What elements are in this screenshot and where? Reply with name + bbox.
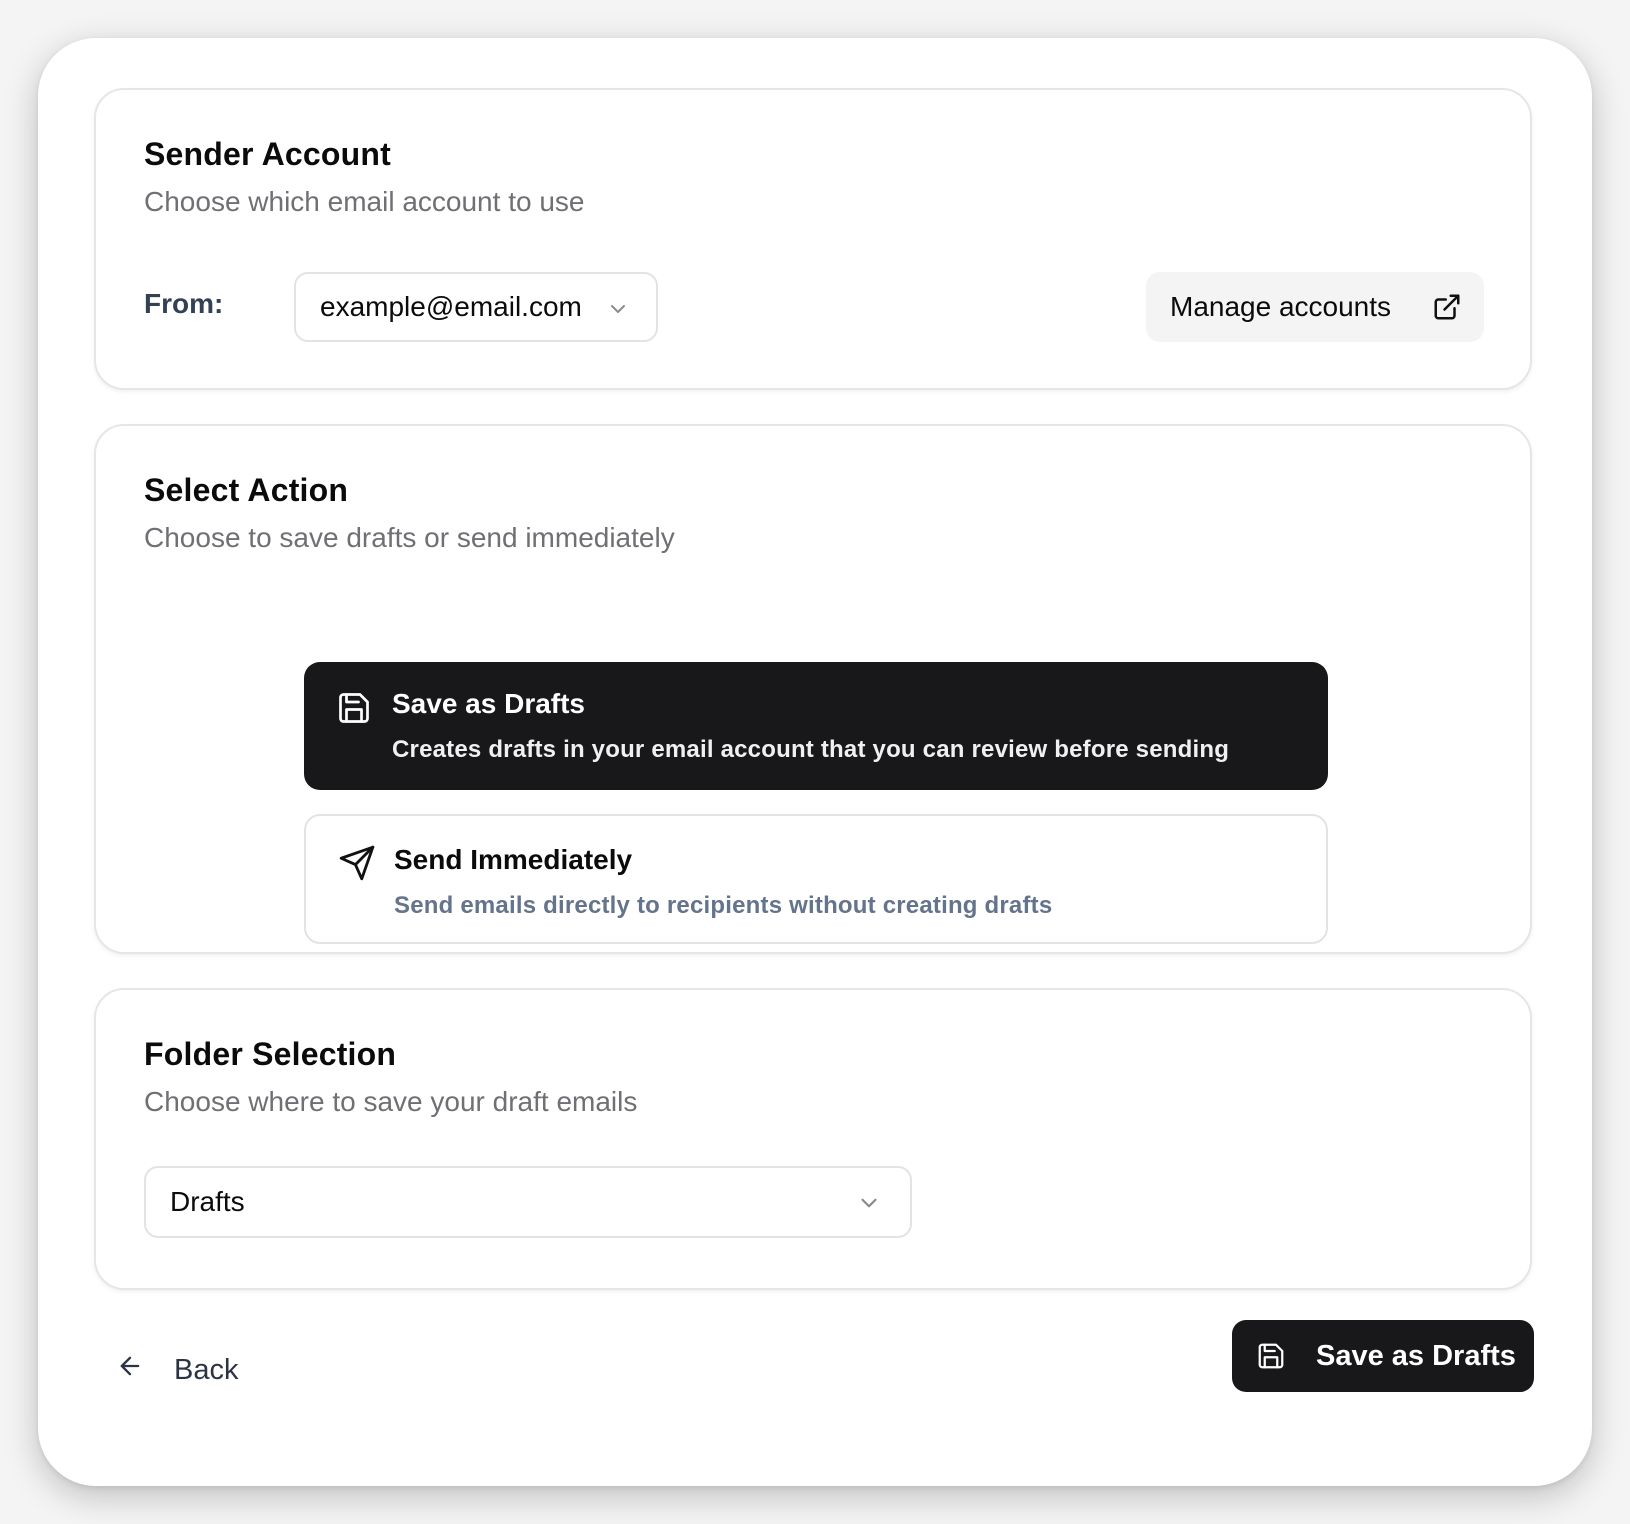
folder-select[interactable]: Drafts [144, 1166, 912, 1238]
folder-selection-card: Folder Selection Choose where to save yo… [94, 988, 1532, 1290]
from-account-select[interactable]: example@email.com [294, 272, 658, 342]
select-action-card: Select Action Choose to save drafts or s… [94, 424, 1532, 954]
sender-account-subtitle: Choose which email account to use [144, 186, 585, 217]
option-title: Save as Drafts [392, 688, 586, 719]
option-save-as-drafts[interactable]: Save as Drafts Creates drafts in your em… [304, 662, 1328, 790]
send-icon [338, 844, 376, 887]
dialog-window: Sender Account Choose which email accoun… [38, 38, 1592, 1486]
from-account-value: example@email.com [320, 291, 582, 322]
back-label: Back [174, 1353, 239, 1386]
sender-account-card: Sender Account Choose which email accoun… [94, 88, 1532, 390]
select-action-title: Select Action [144, 472, 349, 508]
folder-selection-title: Folder Selection [144, 1036, 397, 1072]
option-send-immediately[interactable]: Send Immediately Send emails directly to… [304, 814, 1328, 944]
option-description: Send emails directly to recipients witho… [394, 892, 1053, 919]
chevron-down-icon [856, 1190, 882, 1223]
save-as-drafts-button[interactable]: Save as Drafts [1232, 1320, 1534, 1392]
manage-accounts-button[interactable]: Manage accounts [1146, 272, 1484, 342]
folder-select-value: Drafts [170, 1186, 245, 1217]
save-icon [1256, 1341, 1286, 1371]
back-button[interactable]: Back [116, 1338, 266, 1402]
option-description: Creates drafts in your email account tha… [392, 736, 1230, 763]
option-title: Send Immediately [394, 844, 633, 875]
from-label: From: [144, 288, 224, 319]
save-as-drafts-label: Save as Drafts [1316, 1339, 1516, 1372]
arrow-left-icon [116, 1352, 144, 1388]
sender-account-title: Sender Account [144, 136, 391, 172]
chevron-down-icon [606, 296, 630, 328]
select-action-subtitle: Choose to save drafts or send immediatel… [144, 522, 675, 553]
folder-selection-subtitle: Choose where to save your draft emails [144, 1086, 638, 1117]
external-link-icon [1432, 292, 1462, 329]
save-icon [336, 690, 372, 731]
manage-accounts-label: Manage accounts [1170, 291, 1392, 322]
